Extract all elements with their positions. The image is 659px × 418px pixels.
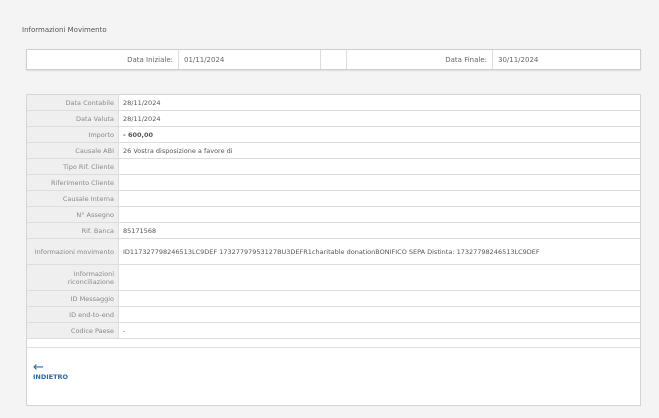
row-value: 85171568 — [118, 222, 640, 239]
row-value: - 600,00 — [118, 126, 640, 143]
start-date-label: Data Iniziale: — [27, 50, 179, 69]
page-title: Informazioni Movimento — [22, 26, 107, 34]
row-value: - — [118, 322, 640, 339]
end-date-label: Data Finale: — [347, 50, 493, 69]
details-table: Data Contabile 28/11/2024 Data Valuta 28/11… — [27, 95, 640, 348]
page: Informazioni Movimento Data Iniziale: 01… — [0, 0, 659, 418]
table-row: N° Assegno — [27, 206, 640, 223]
row-label: Riferimento Cliente — [27, 174, 119, 191]
end-date-value: 30/11/2024 — [498, 55, 539, 64]
arrow-left-icon: ← — [33, 360, 44, 375]
start-date-value: 01/11/2024 — [179, 50, 321, 69]
table-row: ID end-to-end — [27, 306, 640, 323]
table-row: Data Valuta 28/11/2024 — [27, 110, 640, 127]
date-range: Data Iniziale: 01/11/2024 Data Finale: 3… — [26, 49, 641, 70]
row-value: ID11732779824651​3LC9DEF 17327797953127B… — [118, 238, 640, 265]
table-row: Riferimento Cliente — [27, 174, 640, 191]
empty-row — [27, 338, 640, 348]
table-row: Tipo Rif. Cliente — [27, 158, 640, 175]
row-label: Informazioni riconciliazione — [27, 264, 119, 291]
row-label: Codice Paese — [27, 322, 119, 339]
row-label: Importo — [27, 126, 119, 143]
row-value — [118, 206, 640, 223]
empty-cell — [27, 338, 640, 348]
row-label: Data Contabile — [27, 95, 119, 111]
row-value — [118, 174, 640, 191]
row-value — [118, 264, 640, 291]
row-label: Causale ABI — [27, 142, 119, 159]
table-row: Informazioni riconciliazione — [27, 264, 640, 291]
row-value — [118, 158, 640, 175]
row-label: N° Assegno — [27, 206, 119, 223]
back-label: INDIETRO — [33, 373, 69, 381]
row-label: Informazioni movimento — [27, 238, 119, 265]
row-label: Rif. Banca — [27, 222, 119, 239]
movement-details-card: Data Contabile 28/11/2024 Data Valuta 28/11… — [26, 94, 641, 406]
row-label: Causale Interna — [27, 190, 119, 207]
row-value: 28/11/2024 — [118, 110, 640, 127]
row-value — [118, 290, 640, 307]
row-value: 26 Vostra disposizione a favore di — [118, 142, 640, 159]
spacer-cell — [321, 50, 347, 69]
table-row: ID Messaggio — [27, 290, 640, 307]
row-label: ID end-to-end — [27, 306, 119, 323]
row-label: ID Messaggio — [27, 290, 119, 307]
table-row: Causale Interna — [27, 190, 640, 207]
table-row: Data Contabile 28/11/2024 — [27, 95, 640, 111]
row-value: 28/11/2024 — [118, 95, 640, 111]
table-row: Importo - 600,00 — [27, 126, 640, 143]
table-row: Causale ABI 26 Vostra disposizione a favo… — [27, 142, 640, 159]
row-value — [118, 306, 640, 323]
back-button[interactable]: ← INDIETRO — [33, 360, 69, 381]
table-row: Codice Paese - — [27, 322, 640, 339]
table-row: Informazioni movimento ID11732779824651​3… — [27, 238, 640, 265]
row-label: Tipo Rif. Cliente — [27, 158, 119, 175]
table-row: Rif. Banca 85171568 — [27, 222, 640, 239]
row-label: Data Valuta — [27, 110, 119, 127]
row-value — [118, 190, 640, 207]
